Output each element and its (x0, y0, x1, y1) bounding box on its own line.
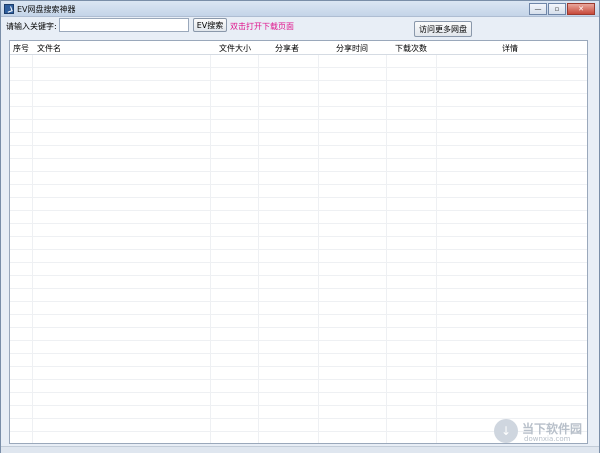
watermark-url: downxia.com (524, 435, 571, 443)
status-bar (1, 446, 599, 453)
search-toolbar: 请输入关键字: EV搜索 双击打开下载页面 访问更多网盘 (1, 17, 599, 39)
column-header-index[interactable]: 序号 (13, 43, 29, 54)
column-divider (32, 55, 33, 443)
more-netdisk-button[interactable]: 访问更多网盘 (414, 21, 472, 37)
minimize-button[interactable]: — (529, 3, 547, 15)
double-click-hint: 双击打开下载页面 (230, 22, 294, 31)
column-header-size[interactable]: 文件大小 (219, 43, 251, 54)
title-bar[interactable]: EV网盘搜索神器 — ▫ ✕ (1, 1, 599, 17)
column-header-share-time[interactable]: 分享时间 (336, 43, 368, 54)
downxia-watermark: ↓ 当下软件园 downxia.com (494, 419, 594, 445)
column-divider (436, 55, 437, 443)
download-arrow-icon: ↓ (494, 419, 518, 443)
table-header: 序号 文件名 文件大小 分享者 分享时间 下载次数 详情 (10, 41, 587, 55)
window-title: EV网盘搜索神器 (17, 5, 76, 14)
column-divider (258, 55, 259, 443)
app-window: EV网盘搜索神器 — ▫ ✕ 请输入关键字: EV搜索 双击打开下载页面 访问更… (0, 0, 600, 453)
column-header-details[interactable]: 详情 (502, 43, 518, 54)
results-table[interactable]: 序号 文件名 文件大小 分享者 分享时间 下载次数 详情 (9, 40, 588, 444)
window-controls: — ▫ ✕ (528, 3, 595, 15)
app-icon (4, 4, 14, 14)
column-divider (386, 55, 387, 443)
table-body[interactable] (10, 55, 587, 443)
column-header-downloads[interactable]: 下载次数 (395, 43, 427, 54)
close-button[interactable]: ✕ (567, 3, 595, 15)
search-input[interactable] (59, 18, 189, 32)
search-button[interactable]: EV搜索 (193, 18, 227, 32)
restore-button[interactable]: ▫ (548, 3, 566, 15)
column-divider (210, 55, 211, 443)
column-header-filename[interactable]: 文件名 (37, 43, 61, 54)
column-divider (318, 55, 319, 443)
column-header-sharer[interactable]: 分享者 (275, 43, 299, 54)
keyword-label: 请输入关键字: (6, 22, 57, 31)
